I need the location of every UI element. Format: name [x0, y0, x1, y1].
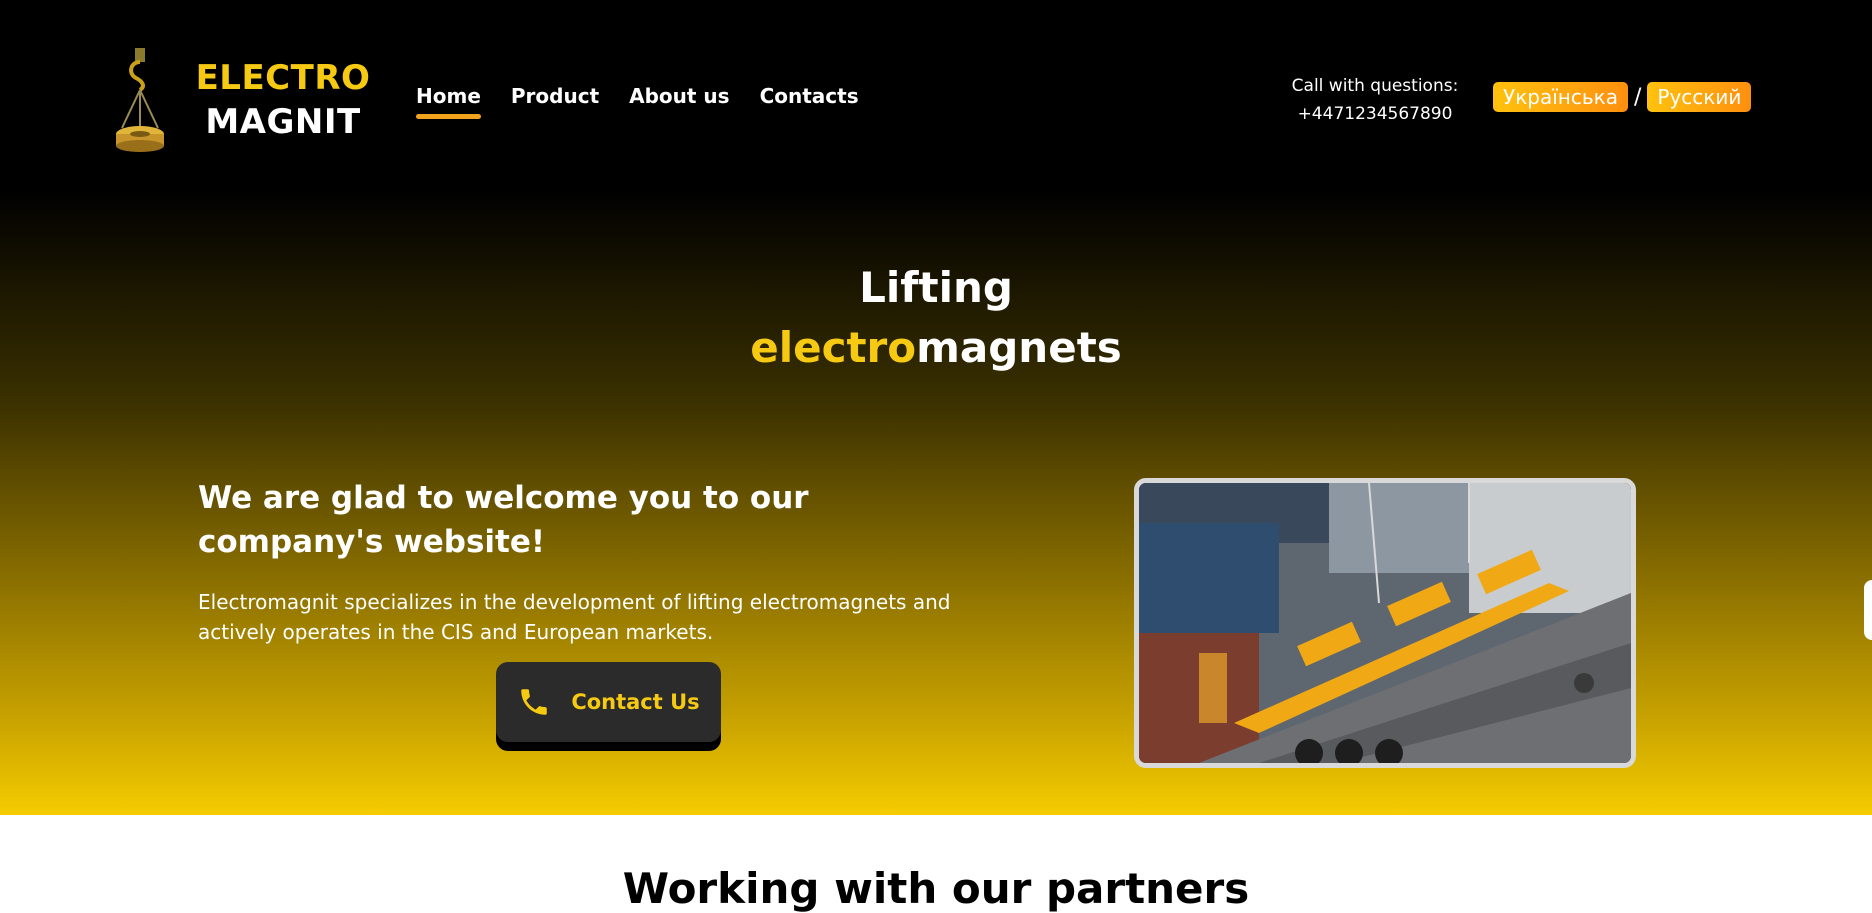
nav-item-about-us[interactable]: About us: [629, 84, 729, 108]
phone-icon: [521, 689, 548, 715]
side-widget-tab[interactable]: [1864, 580, 1872, 640]
hero-section: ELECTRO MAGNIT Home Product About us Con…: [0, 0, 1872, 815]
lifting-magnet-photo-illustration: [1139, 483, 1631, 763]
hero-photo-lifting-magnet: [1134, 478, 1636, 768]
hero-title-line1: Lifting: [859, 263, 1013, 312]
hero-title-accent: electro: [750, 323, 917, 372]
nav-item-home[interactable]: Home: [416, 84, 481, 119]
hero-title-rest: magnets: [916, 323, 1122, 372]
nav-item-product[interactable]: Product: [511, 84, 599, 108]
logo-line-magnit: MAGNIT: [205, 102, 361, 142]
logo-line-electro: ELECTRO: [195, 58, 371, 98]
lang-separator: /: [1633, 84, 1642, 110]
site-header: ELECTRO MAGNIT Home Product About us Con…: [0, 0, 1872, 200]
welcome-heading: We are glad to welcome you to our compan…: [198, 480, 809, 560]
language-switcher: Українська / Русский: [1493, 82, 1752, 112]
contact-us-button[interactable]: Contact Us: [496, 662, 721, 742]
logo-wordmark: ELECTRO MAGNIT: [188, 56, 378, 144]
nav-item-contacts[interactable]: Contacts: [760, 84, 859, 108]
electromagnet-logo-icon: [116, 48, 164, 152]
partners-section-title: Working with our partners: [622, 864, 1250, 913]
lang-ukrainian-button[interactable]: Українська: [1493, 82, 1628, 112]
call-label: Call with questions:: [1291, 76, 1459, 96]
lang-russian-button[interactable]: Русский: [1647, 82, 1752, 112]
site-logo[interactable]: ELECTRO MAGNIT: [112, 48, 372, 152]
hero-title: Lifting electromagnets: [0, 258, 1872, 378]
company-description: Electromagnit specializes in the develop…: [198, 590, 951, 644]
contact-us-label: Contact Us: [571, 690, 700, 714]
call-info: Call with questions: +4471234567890: [1270, 72, 1480, 128]
main-nav: Home Product About us Contacts: [416, 84, 889, 119]
phone-number[interactable]: +4471234567890: [1270, 100, 1480, 128]
